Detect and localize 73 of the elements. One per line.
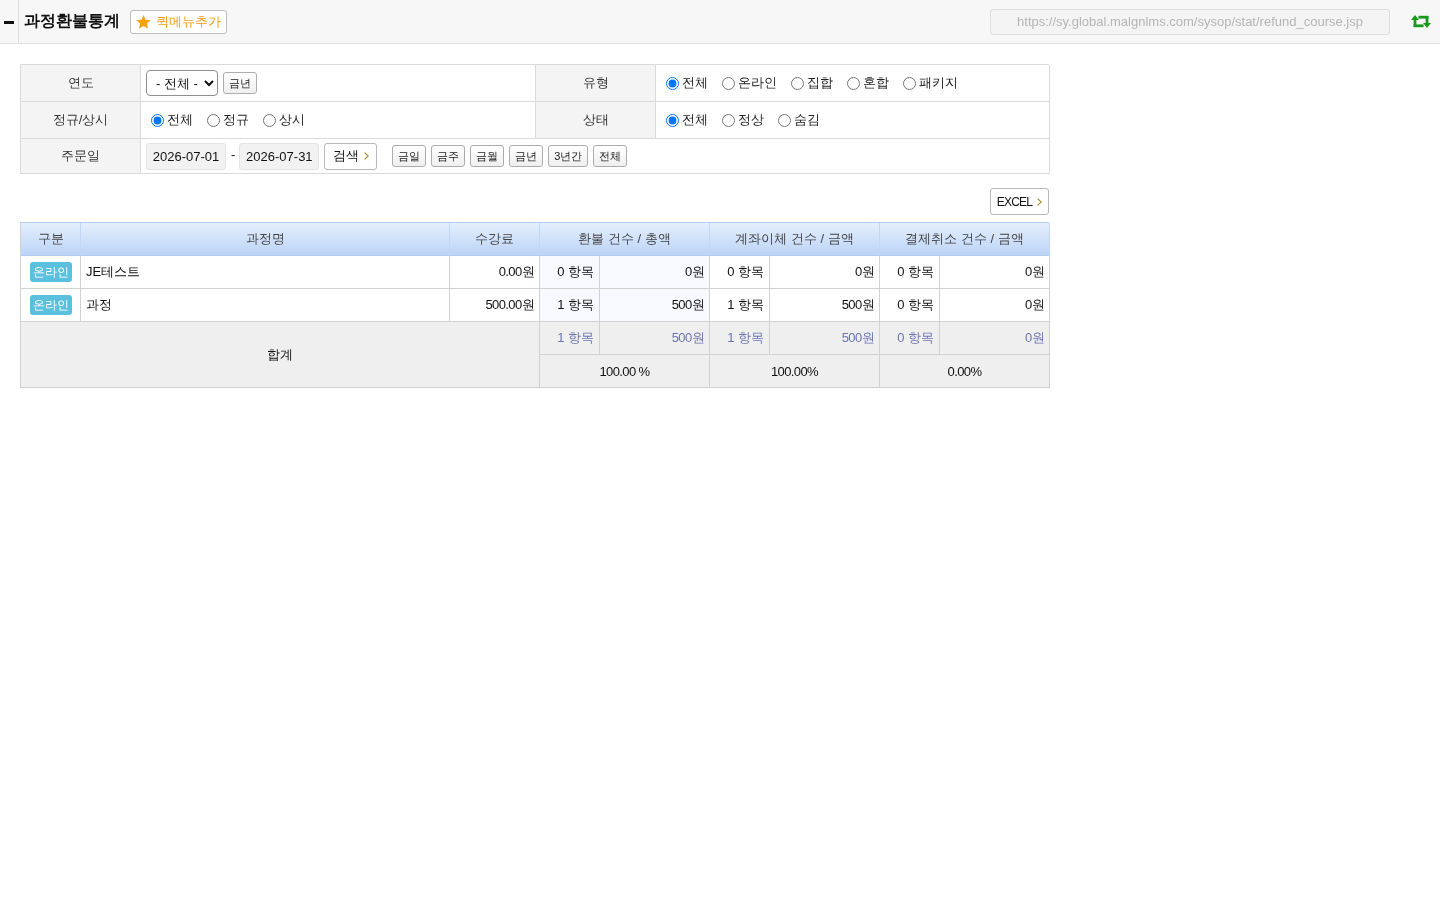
radio-label: 정규 xyxy=(223,111,249,129)
table-cell: 0원 xyxy=(600,256,710,289)
date-field[interactable]: 2026-07-31 xyxy=(239,142,320,170)
radio-label: 온라인 xyxy=(738,74,777,92)
table-cell: JE테스트 xyxy=(81,256,450,289)
table-cell: 0원 xyxy=(940,322,1050,355)
table-cell: 500원 xyxy=(600,289,710,322)
star-icon xyxy=(136,14,151,29)
table-cell: 100.00% xyxy=(710,355,880,388)
table-cell: 0원 xyxy=(940,256,1050,289)
radio-label: 전체 xyxy=(682,74,708,92)
category-tag: 온라인 xyxy=(29,262,72,282)
radio-label: 전체 xyxy=(167,111,193,129)
table-cell: 500원 xyxy=(770,322,880,355)
radio-button[interactable] xyxy=(791,76,804,90)
radio-label: 혼합 xyxy=(863,74,889,92)
column-header: 결제취소 건수 / 금액 xyxy=(880,223,1050,256)
radio-button[interactable] xyxy=(903,76,916,90)
radio-button[interactable] xyxy=(778,113,791,127)
filter-label: 상태 xyxy=(536,102,656,139)
minus-icon[interactable] xyxy=(4,20,14,24)
radio-label: 상시 xyxy=(279,111,305,129)
column-header: 수강료 xyxy=(450,223,540,256)
period-button[interactable]: 금일 xyxy=(392,145,427,167)
table-cell: 500원 xyxy=(600,322,710,355)
table-cell: 합계 xyxy=(21,322,540,388)
date-separator: - xyxy=(231,146,236,162)
table-cell: 0 항목 xyxy=(540,256,600,289)
period-button[interactable]: 3년간 xyxy=(548,145,589,167)
table-cell: 0 항목 xyxy=(710,256,770,289)
radio-label: 집합 xyxy=(807,74,833,92)
column-header: 환불 건수 / 총액 xyxy=(540,223,710,256)
radio-label: 숨김 xyxy=(794,111,820,129)
year-select[interactable]: - 전체 - xyxy=(146,70,218,96)
chevron-right-icon xyxy=(363,152,369,160)
column-header: 계좌이체 건수 / 금액 xyxy=(710,223,880,256)
date-field[interactable]: 2026-07-01 xyxy=(146,142,226,170)
page-title: 과정환불통계 xyxy=(24,11,120,31)
table-cell: 0 항목 xyxy=(880,256,940,289)
table-cell: 1 항목 xyxy=(540,322,600,355)
radio-button[interactable] xyxy=(666,76,679,90)
table-cell: 1 항목 xyxy=(710,322,770,355)
period-button[interactable]: 금주 xyxy=(431,145,466,167)
chevron-right-icon xyxy=(1037,197,1043,206)
filter-label: 연도 xyxy=(21,65,141,102)
filter-label: 유형 xyxy=(536,65,656,102)
radio-button[interactable] xyxy=(722,76,735,90)
filter-label: 주문일 xyxy=(21,139,141,174)
period-button[interactable]: 금년 xyxy=(223,72,257,94)
table-cell: 0 항목 xyxy=(880,322,940,355)
search-button[interactable]: 검색 xyxy=(324,142,378,170)
radio-button[interactable] xyxy=(151,113,164,127)
radio-button[interactable] xyxy=(207,113,220,127)
radio-button[interactable] xyxy=(666,113,679,127)
period-button[interactable]: 금월 xyxy=(470,145,505,167)
radio-button[interactable] xyxy=(263,113,276,127)
category-tag: 온라인 xyxy=(29,295,72,315)
loop-arrows-icon[interactable] xyxy=(1411,14,1431,29)
period-button[interactable]: 전체 xyxy=(593,145,628,167)
table-cell: 0.00% xyxy=(880,355,1050,388)
radio-label: 전체 xyxy=(682,111,708,129)
excel-button[interactable]: EXCEL xyxy=(990,188,1049,215)
radio-button[interactable] xyxy=(847,76,860,90)
column-header: 구분 xyxy=(21,223,81,256)
radio-label: 정상 xyxy=(738,111,764,129)
filter-label: 정규/상시 xyxy=(21,102,141,139)
table-cell: 100.00 % xyxy=(540,355,710,388)
period-button[interactable]: 금년 xyxy=(509,145,544,167)
column-header: 과정명 xyxy=(81,223,450,256)
table-cell: 1 항목 xyxy=(540,289,600,322)
radio-label: 패키지 xyxy=(919,74,958,92)
table-cell: 0원 xyxy=(770,256,880,289)
radio-button[interactable] xyxy=(722,113,735,127)
